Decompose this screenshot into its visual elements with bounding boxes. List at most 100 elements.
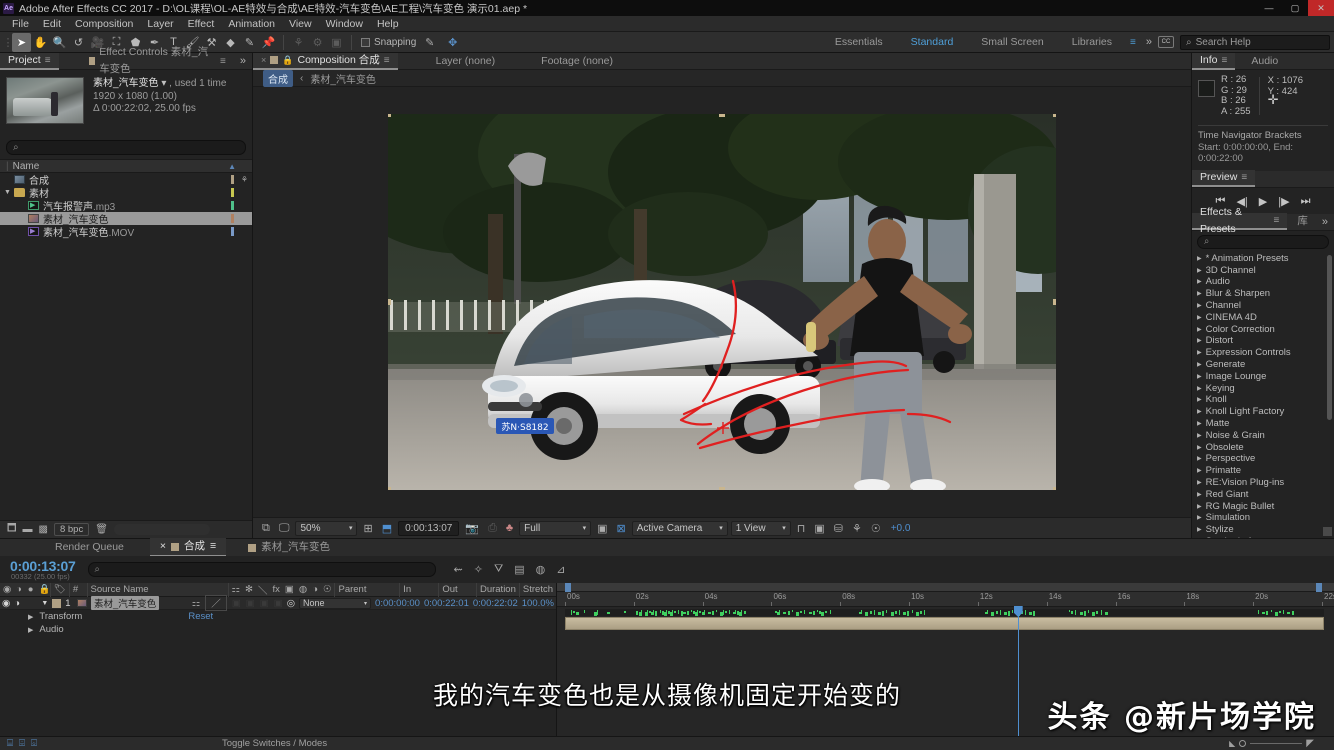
- twirl-icon[interactable]: ▶: [1197, 479, 1202, 486]
- frame-handle-tr[interactable]: [1053, 114, 1056, 117]
- list-item[interactable]: 汽车报警声.mp3: [0, 199, 252, 212]
- rotation-tool[interactable]: ↺: [69, 33, 88, 52]
- footage-dropdown-icon[interactable]: ▾: [161, 78, 166, 89]
- twirl-icon[interactable]: ▶: [1197, 444, 1202, 451]
- effects-category-row[interactable]: ▶Stylize: [1192, 524, 1334, 536]
- zoom-in-icon[interactable]: ◤: [1306, 738, 1314, 749]
- pixel-aspect-icon[interactable]: ⊓: [794, 522, 809, 535]
- tab-preview[interactable]: Preview ≡: [1192, 170, 1255, 187]
- motion-blur-icon[interactable]: ◍: [536, 563, 546, 576]
- snapshot-icon[interactable]: 📷: [462, 522, 482, 535]
- tab-effects-presets[interactable]: Effects & Presets ≡: [1192, 213, 1287, 230]
- effects-category-row[interactable]: ▶Blur & Sharpen: [1192, 288, 1334, 300]
- twirl-icon[interactable]: ▶: [1197, 396, 1202, 403]
- time-ruler[interactable]: 00s02s04s06s08s10s12s14s16s18s20s22s: [557, 592, 1334, 607]
- twirl-icon[interactable]: ▶: [1197, 503, 1202, 510]
- puppet-overlap-tool[interactable]: ⚘: [289, 33, 308, 52]
- puppet-pin-tool[interactable]: 📌: [259, 33, 278, 52]
- twirl-icon[interactable]: ▶: [1197, 278, 1202, 285]
- maximize-button[interactable]: ▢: [1282, 0, 1308, 16]
- toggle-switches-modes-label[interactable]: Toggle Switches / Modes: [222, 738, 327, 749]
- breadcrumb-child[interactable]: 素材_汽车变色: [310, 71, 376, 86]
- work-area-start-bracket[interactable]: [565, 583, 571, 592]
- hide-shy-icon[interactable]: ⛛: [494, 563, 503, 576]
- tab-layer[interactable]: Layer (none): [428, 53, 504, 70]
- project-settings-icon[interactable]: ▩: [39, 524, 48, 535]
- tab-render-queue[interactable]: Render Queue: [45, 539, 134, 556]
- timeline-jump-icon[interactable]: ⛁: [831, 522, 846, 535]
- twirl-icon[interactable]: ▶: [1197, 467, 1202, 474]
- zoom-slider-knob[interactable]: [1239, 740, 1246, 747]
- workspace-essentials[interactable]: Essentials: [821, 32, 897, 53]
- creative-cloud-icon[interactable]: CC: [1158, 36, 1174, 48]
- hand-tool[interactable]: ✋: [31, 33, 50, 52]
- new-folder-icon[interactable]: ▬: [23, 524, 33, 535]
- effects-category-row[interactable]: ▶* Animation Presets: [1192, 253, 1334, 265]
- twirl-icon[interactable]: ▶: [1197, 455, 1202, 462]
- twirl-icon[interactable]: ▶: [1197, 337, 1202, 344]
- draft-3d-icon[interactable]: ✧: [474, 563, 483, 576]
- close-tab-icon[interactable]: ×: [261, 52, 266, 69]
- effects-scrollbar[interactable]: [1327, 255, 1332, 420]
- item-label-color[interactable]: [231, 188, 234, 197]
- close-tab-icon[interactable]: ×: [160, 538, 166, 555]
- zoom-tool[interactable]: 🔍: [50, 33, 69, 52]
- audio-toggle[interactable]: ◑: [12, 597, 22, 610]
- twirl-icon[interactable]: ▶: [1197, 514, 1202, 521]
- frame-handle-mr[interactable]: [1053, 299, 1056, 305]
- frame-blend-icon[interactable]: ⌹: [16, 738, 28, 749]
- list-item[interactable]: 素材_汽车变色.MOV: [0, 225, 252, 238]
- effects-category-row[interactable]: ▶Matte: [1192, 418, 1334, 430]
- adjustment-switch[interactable]: ▣: [274, 598, 283, 609]
- roto-brush-tool[interactable]: ✎: [240, 33, 259, 52]
- effects-category-row[interactable]: ▶Knoll: [1192, 394, 1334, 406]
- menu-layer[interactable]: Layer: [140, 16, 180, 32]
- motion-blur-icon[interactable]: ⌺: [28, 738, 40, 749]
- text-tool[interactable]: T: [164, 33, 183, 52]
- selection-tool[interactable]: ➤: [12, 33, 31, 52]
- info-menu-icon[interactable]: ≡: [1222, 52, 1228, 69]
- resolution-dropdown[interactable]: Full ▾: [519, 521, 591, 536]
- show-snapshot-icon[interactable]: ⎙: [485, 522, 500, 535]
- clone-stamp-tool[interactable]: ⚒: [202, 33, 221, 52]
- breadcrumb-root[interactable]: 合成: [263, 70, 293, 87]
- snapping-checkbox[interactable]: [361, 38, 370, 47]
- tab-composition[interactable]: × 🔒 Composition 合成 ≡: [253, 53, 398, 70]
- tab-footage[interactable]: Footage (none): [533, 53, 621, 70]
- duration-header[interactable]: Duration: [476, 583, 519, 597]
- twirl-icon[interactable]: ▶: [1197, 385, 1202, 392]
- frame-handle-tc[interactable]: [719, 114, 725, 117]
- effects-category-row[interactable]: ▶RG Magic Bullet: [1192, 500, 1334, 512]
- effect-controls-menu-icon[interactable]: ≡: [220, 53, 226, 70]
- composition-mini-flowchart-icon[interactable]: ⇜: [454, 563, 463, 576]
- pan-behind-tool[interactable]: ⛶: [107, 33, 126, 52]
- column-header-name[interactable]: Name: [13, 161, 40, 172]
- workspace-standard[interactable]: Standard: [897, 32, 968, 53]
- region-of-interest-icon[interactable]: ⬒: [379, 522, 395, 535]
- frame-handle-tl[interactable]: [388, 114, 391, 117]
- workspace-small-screen[interactable]: Small Screen: [967, 32, 1057, 53]
- snap-grid-icon[interactable]: ✥: [443, 33, 462, 52]
- eraser-tool[interactable]: ◆: [221, 33, 240, 52]
- property-row-audio[interactable]: ▶ Audio: [0, 623, 556, 636]
- magnification-dropdown[interactable]: 50% ▾: [295, 521, 357, 536]
- timeline-zoom-slider[interactable]: ◣ ◤: [1229, 738, 1334, 749]
- effects-category-row[interactable]: ▶Color Correction: [1192, 323, 1334, 335]
- effects-category-row[interactable]: ▶Noise & Grain: [1192, 429, 1334, 441]
- property-twirl-icon[interactable]: ▶: [28, 613, 33, 621]
- table-row[interactable]: ◉ ◑ ▼ 1 素材_汽车变色 ⚏: [0, 597, 556, 610]
- menu-view[interactable]: View: [282, 16, 319, 32]
- item-label-color[interactable]: [231, 227, 234, 236]
- channel-icon[interactable]: ♣: [503, 522, 516, 534]
- property-twirl-icon[interactable]: ▶: [28, 626, 33, 634]
- shy-switch[interactable]: ⚏: [192, 598, 201, 609]
- time-navigator[interactable]: [557, 583, 1334, 592]
- timeline-menu-icon[interactable]: ≡: [210, 538, 216, 555]
- effects-category-row[interactable]: ▶3D Channel: [1192, 264, 1334, 276]
- video-frame[interactable]: 苏N·S8182: [388, 114, 1056, 490]
- layer-label-swatch[interactable]: [50, 597, 63, 610]
- twirl-icon[interactable]: ▶: [1197, 373, 1202, 380]
- pen-tool[interactable]: ✒: [145, 33, 164, 52]
- composition-viewer[interactable]: 苏N·S8182: [253, 87, 1191, 517]
- lock-icon[interactable]: 🔒: [282, 52, 293, 69]
